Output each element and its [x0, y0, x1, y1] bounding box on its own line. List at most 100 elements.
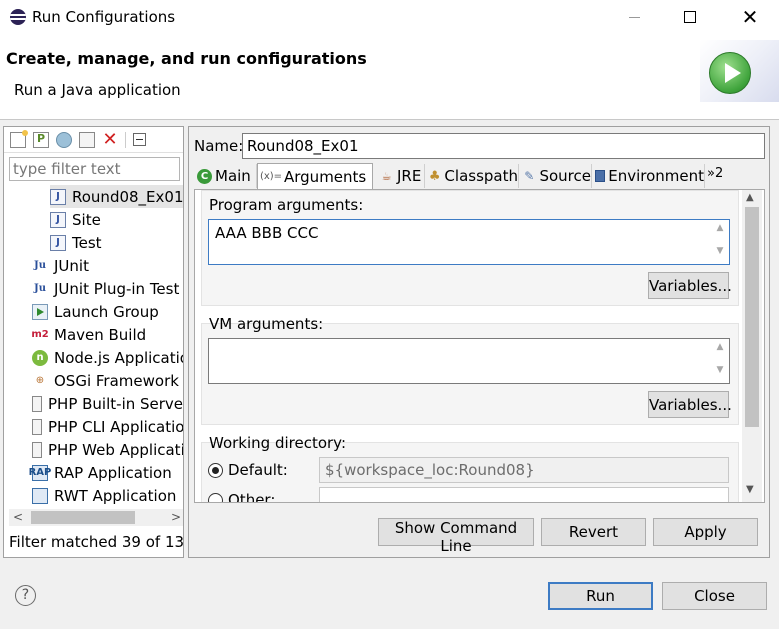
php-icon	[32, 441, 42, 458]
java-app-icon: J	[50, 211, 66, 228]
tree-item-label: OSGi Framework	[54, 371, 179, 390]
java-app-icon: J	[50, 234, 66, 251]
tree-item-php-builtin-server[interactable]: PHP Built-in Server	[32, 392, 183, 415]
other-directory-label: Other:	[228, 491, 276, 503]
tab-vertical-scrollbar[interactable]: ▲ ▼	[742, 190, 762, 502]
tree-item-label: PHP CLI Application	[48, 417, 183, 436]
tree-item-php-web-application[interactable]: PHP Web Application	[32, 438, 183, 461]
tree-item-rap-application[interactable]: RAP RAP Application	[29, 461, 172, 484]
close-button[interactable]: Close	[662, 582, 767, 610]
run-button[interactable]: Run	[548, 582, 653, 610]
tree-item-osgi-framework[interactable]: ⊕ OSGi Framework	[32, 369, 179, 392]
dialog-subtitle: Run a Java application	[14, 81, 181, 99]
name-input[interactable]	[242, 133, 765, 159]
tree-item-launch-group[interactable]: Launch Group	[32, 300, 159, 323]
scroll-left-icon[interactable]: <	[13, 509, 23, 526]
maximize-button[interactable]	[667, 0, 713, 34]
tree-item-label: Test	[72, 233, 102, 252]
tree-item-label: PHP Web Application	[48, 440, 183, 459]
tab-label: Source	[539, 167, 591, 185]
arguments-tab-icon: (x)=	[259, 171, 283, 182]
source-tab-icon: ✎	[524, 169, 535, 183]
new-prototype-icon[interactable]	[33, 131, 49, 148]
program-arguments-label: Program arguments:	[209, 196, 364, 214]
duplicate-icon[interactable]	[79, 131, 95, 148]
junit-icon: Ju	[33, 260, 46, 271]
delete-icon[interactable]: ✕	[102, 130, 118, 148]
scroll-up-icon[interactable]: ▲	[746, 192, 754, 203]
tab-classpath[interactable]: ♣ Classpath	[425, 164, 519, 188]
maximize-icon	[684, 11, 696, 23]
textarea-scroll-up-icon[interactable]: ▲	[713, 221, 727, 236]
tab-label: JRE	[397, 167, 422, 185]
tab-environment[interactable]: Environment	[592, 164, 705, 188]
tree-item-label: Launch Group	[54, 302, 159, 321]
php-icon	[32, 395, 42, 412]
program-arguments-input[interactable]: AAA BBB CCC	[208, 219, 730, 265]
tree-item-rwt-application[interactable]: RWT Application	[32, 484, 176, 507]
tab-arguments[interactable]: (x)= Arguments	[257, 163, 373, 189]
export-configuration-icon[interactable]	[56, 131, 72, 148]
tree-item-label: JUnit Plug-in Test	[54, 279, 180, 298]
more-tabs-button[interactable]: »2	[707, 166, 723, 181]
textarea-scroll-down-icon[interactable]: ▼	[713, 363, 727, 378]
main-tab-icon: C	[197, 168, 212, 184]
tab-label: Environment	[608, 167, 704, 185]
tree-item-junit[interactable]: Ju JUnit	[32, 254, 89, 277]
jre-tab-icon: ☕	[381, 169, 392, 183]
junit-plugin-icon: Ju	[33, 283, 46, 294]
scroll-right-icon[interactable]: >	[171, 509, 181, 526]
tree-item-maven-build[interactable]: m2 Maven Build	[31, 323, 147, 346]
other-directory-input[interactable]	[319, 487, 729, 502]
classpath-tab-icon: ♣	[428, 168, 441, 184]
configuration-list-panel: ✕ J Round08_Ex01 J Site J Test Ju JUnit …	[3, 126, 184, 558]
arguments-tab-content: Program arguments: AAA BBB CCC ▲ ▼ Varia…	[194, 189, 765, 503]
tree-item-nodejs-application[interactable]: n Node.js Application	[32, 346, 183, 369]
tree-item-label: Site	[72, 210, 101, 229]
tab-bar: C Main (x)= Arguments ☕ JRE ♣ Classpath …	[194, 163, 765, 189]
tab-label: Classpath	[444, 167, 518, 185]
osgi-icon: ⊕	[35, 375, 45, 386]
scroll-down-icon[interactable]: ▼	[746, 484, 754, 495]
tree-item-round08-ex01[interactable]: J Round08_Ex01	[50, 185, 183, 208]
vm-arguments-label: VM arguments:	[209, 315, 324, 333]
scrollbar-thumb[interactable]	[745, 207, 759, 427]
revert-button[interactable]: Revert	[541, 518, 646, 546]
tree-item-label: Maven Build	[54, 325, 147, 344]
default-directory-input	[319, 457, 729, 483]
tree-item-label: Node.js Application	[54, 348, 183, 367]
tree-horizontal-scrollbar[interactable]: < >	[9, 509, 183, 526]
help-icon[interactable]: ?	[15, 585, 36, 606]
tab-source[interactable]: ✎ Source	[519, 164, 592, 188]
java-app-icon: J	[50, 188, 66, 205]
tree-item-php-cli-application[interactable]: PHP CLI Application	[32, 415, 183, 438]
collapse-all-icon[interactable]	[133, 133, 146, 146]
tree-item-test[interactable]: J Test	[50, 231, 102, 254]
close-window-button[interactable]: ✕	[727, 0, 773, 34]
vm-arguments-input[interactable]	[208, 338, 730, 384]
title-bar: Run Configurations ✕	[0, 0, 779, 34]
program-variables-button[interactable]: Variables...	[648, 272, 732, 299]
tree-item-label: PHP Built-in Server	[48, 394, 183, 413]
tab-jre[interactable]: ☕ JRE	[376, 164, 425, 188]
apply-button[interactable]: Apply	[653, 518, 758, 546]
show-command-line-button[interactable]: Show Command Line	[378, 518, 534, 555]
vm-variables-button[interactable]: Variables...	[648, 391, 732, 418]
default-directory-radio[interactable]	[208, 463, 223, 478]
tree-item-site[interactable]: J Site	[50, 208, 101, 231]
environment-tab-icon	[595, 170, 606, 182]
default-directory-label: Default:	[228, 461, 288, 479]
new-configuration-icon[interactable]	[10, 129, 28, 148]
minimize-button[interactable]	[611, 0, 657, 34]
tree-item-junit-plugin-test[interactable]: Ju JUnit Plug-in Test	[32, 277, 179, 300]
configuration-tree: J Round08_Ex01 J Site J Test Ju JUnit Ju…	[4, 185, 183, 510]
other-directory-radio[interactable]	[208, 493, 223, 502]
textarea-scroll-up-icon[interactable]: ▲	[713, 340, 727, 355]
launch-group-icon	[32, 303, 48, 320]
filter-input[interactable]	[9, 157, 180, 181]
tab-main[interactable]: C Main	[194, 164, 257, 188]
close-icon: ✕	[741, 5, 759, 29]
textarea-scroll-down-icon[interactable]: ▼	[713, 244, 727, 259]
rap-icon: RAP	[29, 464, 51, 481]
scrollbar-thumb[interactable]	[31, 511, 135, 524]
